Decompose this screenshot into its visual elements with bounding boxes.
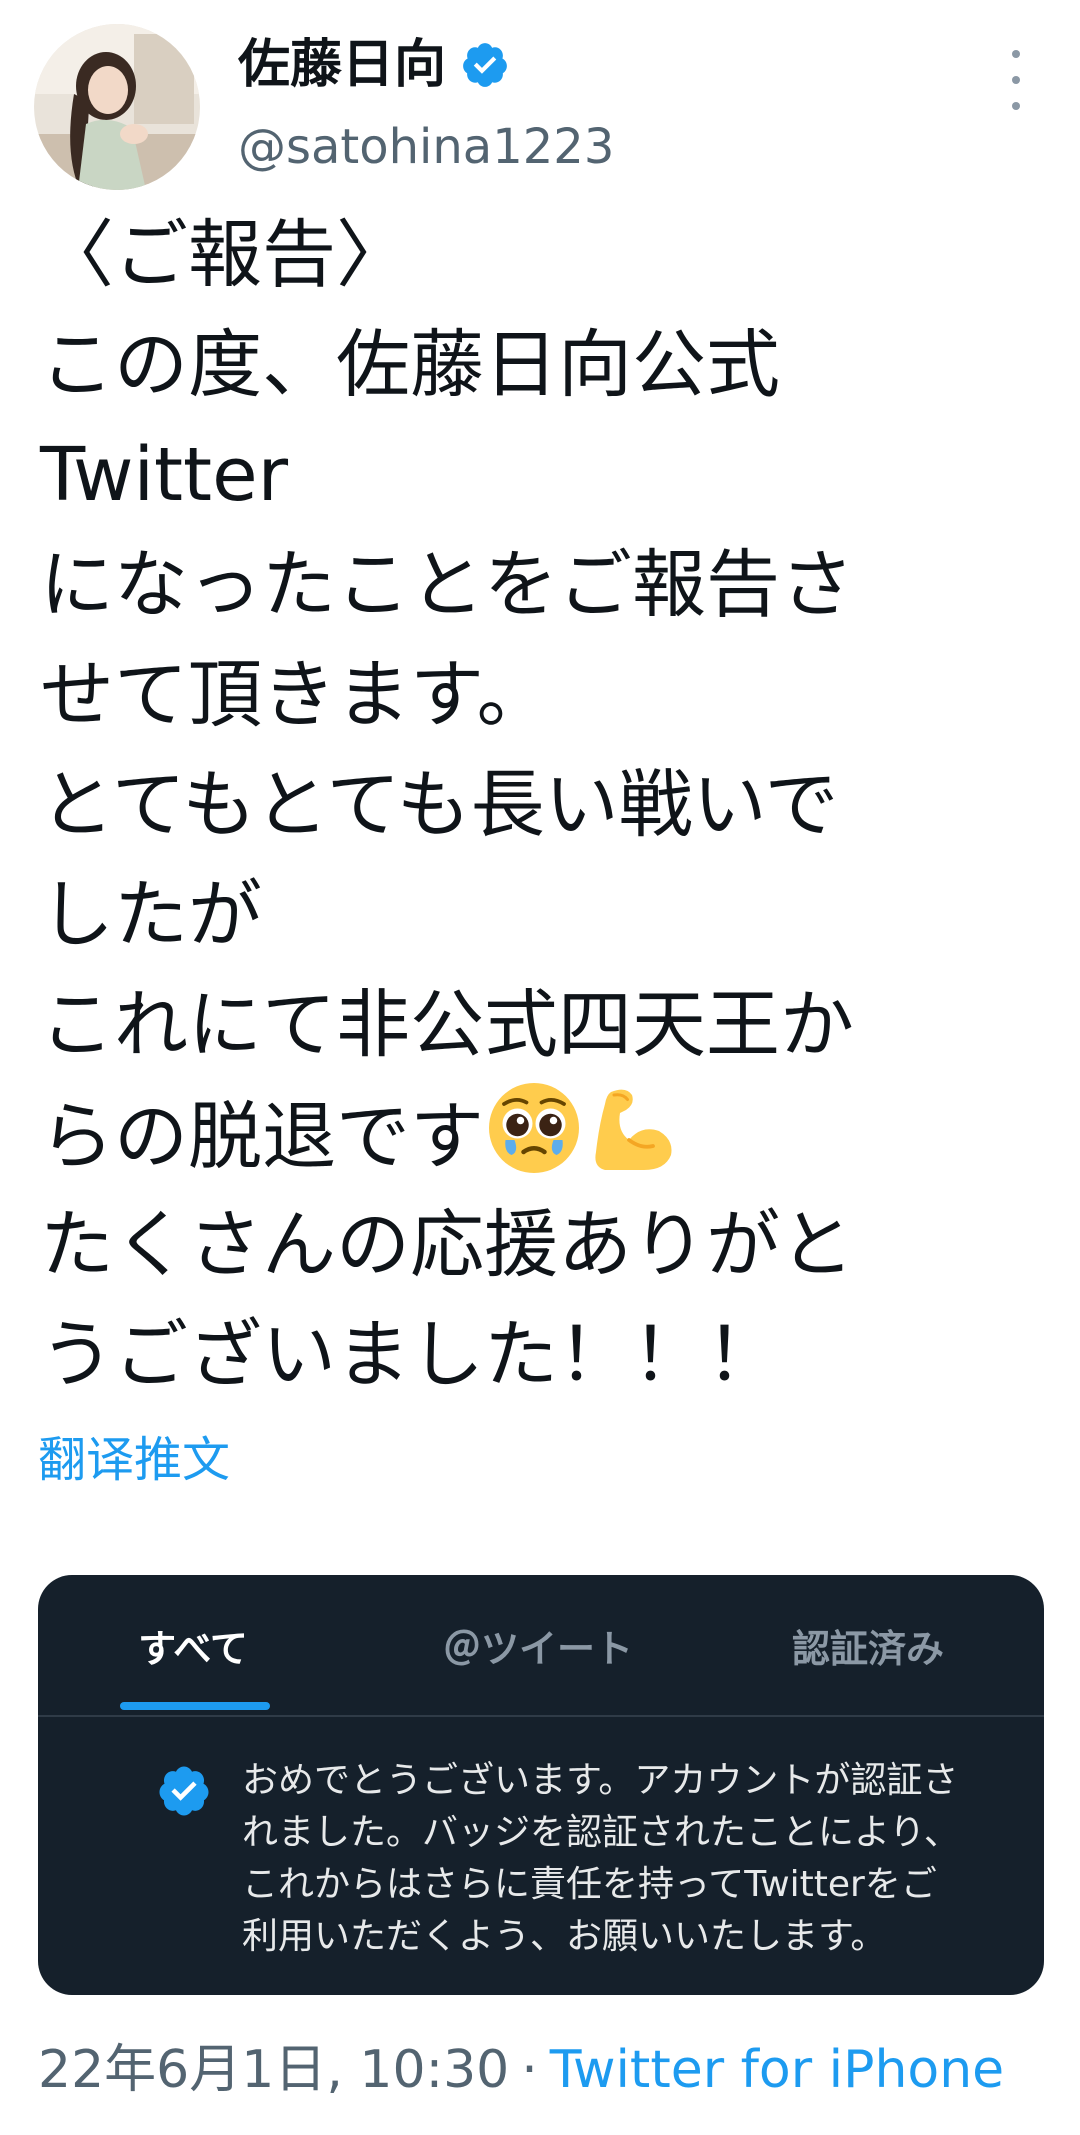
more-dot-icon (1012, 102, 1020, 110)
translate-tweet-link[interactable]: 翻译推文 (38, 1430, 230, 1490)
notice-line: 利用いただくよう、お願いいたします。 (242, 1916, 887, 1957)
source-link[interactable]: Twitter for iPhone (550, 2040, 1004, 2100)
flexed-biceps-emoji-icon (595, 1089, 672, 1170)
notice-line: おめでとうございます。アカウントが認証さ (242, 1760, 959, 1801)
tweet-line: せて頂きます。 (40, 652, 551, 738)
notice-line: れました。バッジを認証されたことにより、 (242, 1812, 960, 1853)
pleading-face-emoji-icon (489, 1083, 579, 1173)
tweet-line-text: らの脱退です (40, 1094, 484, 1180)
tweet-text: 〈ご報告〉 この度、佐藤日向公式 Twitter になったことをご報告さ せて頂… (40, 200, 1050, 1410)
tab-verified[interactable]: 認証済み (778, 1575, 958, 1715)
handle[interactable]: @satohina1223 (238, 112, 614, 182)
tweet-line: したが (40, 872, 262, 958)
active-tab-indicator (120, 1702, 270, 1710)
more-options-button[interactable] (996, 50, 1036, 110)
verified-badge-icon (463, 43, 507, 87)
tweet-line: これにて非公式四天王か (40, 982, 854, 1068)
avatar[interactable] (34, 24, 200, 190)
tweet-line: この度、佐藤日向公式 (40, 322, 780, 408)
verified-badge-icon (159, 1766, 209, 1816)
notification-tabs: すべて ＠ツイート 認証済み (38, 1575, 1044, 1717)
tweet-line: になったことをご報告さ (40, 542, 854, 628)
timestamp[interactable]: 22年6月1日, 10:30 (38, 2040, 509, 2100)
separator: · (521, 2040, 538, 2100)
tweet-line: うございました！！！ (40, 1312, 780, 1398)
tweet-line: とてもとても長い戦いで (40, 762, 839, 848)
tab-tweets[interactable]: ＠ツイート (408, 1575, 668, 1715)
tweet-line: Twitter (40, 432, 289, 518)
tweet-line: 〈ご報告〉 (40, 212, 410, 298)
more-dot-icon (1012, 50, 1020, 58)
more-dot-icon (1012, 76, 1020, 84)
verification-notice: おめでとうございます。アカウントが認証さ れました。バッジを認証されたことにより… (38, 1717, 1044, 1995)
tweet-line-with-emoji: らの脱退です (40, 1080, 1050, 1190)
display-name[interactable]: 佐藤日向 (238, 30, 446, 100)
embedded-screenshot-card: すべて ＠ツイート 認証済み おめでとうございます。アカウントが認証さ れました… (38, 1575, 1044, 1995)
notice-line: これからはさらに責任を持ってTwitterをご (242, 1864, 937, 1905)
display-name-row: 佐藤日向 (238, 30, 510, 100)
tweet-meta: 22年6月1日, 10:30 · Twitter for iPhone (38, 2035, 1004, 2105)
tab-all[interactable]: すべて (118, 1575, 268, 1715)
tweet-line: たくさんの応援ありがと (40, 1202, 854, 1288)
tweet-header: 佐藤日向 @satohina1223 (0, 0, 1080, 190)
notice-text: おめでとうございます。アカウントが認証さ れました。バッジを認証されたことにより… (242, 1755, 1012, 1963)
